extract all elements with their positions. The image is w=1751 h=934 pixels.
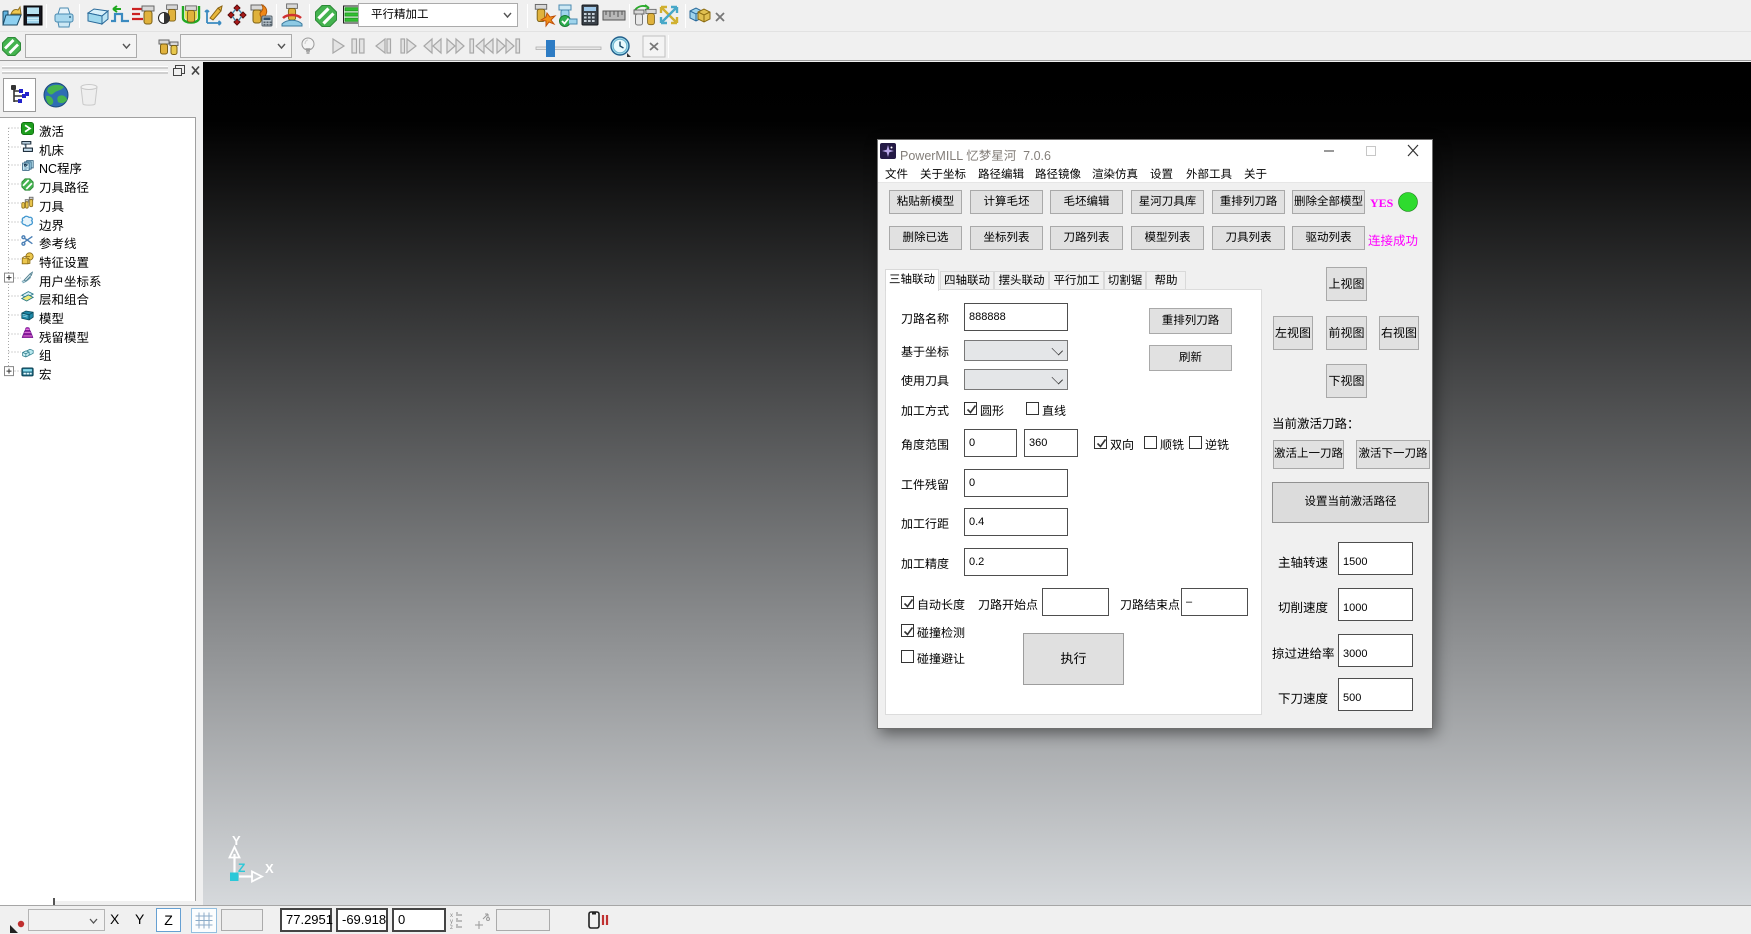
svg-text:Y: Y <box>232 834 241 848</box>
svg-text:X: X <box>265 861 274 876</box>
svg-text:Z: Z <box>238 861 245 875</box>
svg-text:z: z <box>450 925 453 931</box>
